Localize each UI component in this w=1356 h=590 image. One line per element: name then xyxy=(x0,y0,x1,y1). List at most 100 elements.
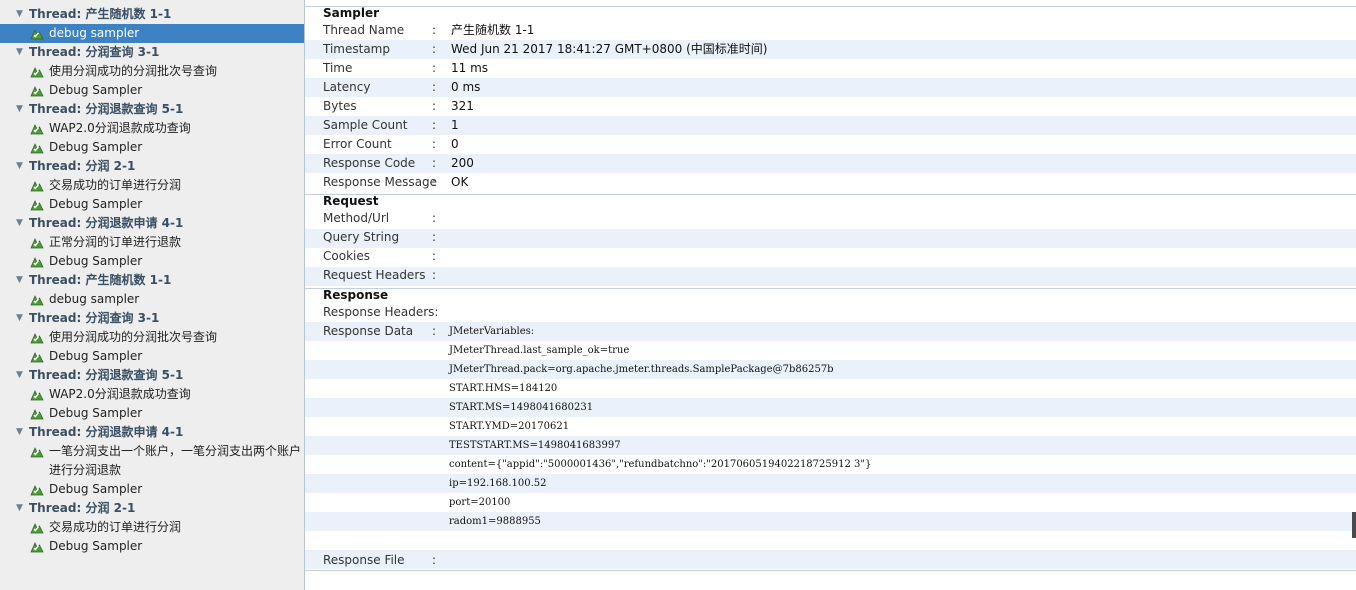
sampler-icon xyxy=(30,29,44,40)
request-row-label: Method/Url xyxy=(323,211,390,225)
sampler-row-value: 产生随机数 1-1 xyxy=(451,23,535,37)
tree-thread-label: Thread: 产生随机数 1-1 xyxy=(29,273,172,287)
response-data-line: JMeterThread.last_sample_ok=true xyxy=(449,345,630,356)
sampler-row-value: OK xyxy=(451,175,469,189)
expand-triangle-icon[interactable]: ▼ xyxy=(16,157,23,176)
sampler-row-separator: : xyxy=(432,61,437,75)
tree-sampler-label: 进行分润退款 xyxy=(49,463,122,477)
sampler-row-label: Error Count xyxy=(323,137,392,151)
expand-triangle-icon[interactable]: ▼ xyxy=(16,43,23,62)
tree-sampler-node[interactable]: 正常分润的订单进行退款 xyxy=(0,233,304,252)
tree-thread-node[interactable]: ▼ Thread: 分润退款申请 4-1 xyxy=(0,423,304,442)
tree-sampler-node[interactable]: Debug Sampler xyxy=(0,404,304,423)
sampler-row-label: Time xyxy=(323,61,353,75)
expand-triangle-icon[interactable]: ▼ xyxy=(16,5,23,24)
tree-sampler-node[interactable]: 使用分润成功的分润批次号查询 xyxy=(0,328,304,347)
expand-triangle-icon[interactable]: ▼ xyxy=(16,100,23,119)
tree-sampler-node[interactable]: 使用分润成功的分润批次号查询 xyxy=(0,62,304,81)
response-data-separator: : xyxy=(432,324,437,338)
tree-sampler-node[interactable]: WAP2.0分润退款成功查询 xyxy=(0,385,304,404)
response-data-line: radom1=9888955 xyxy=(449,516,541,527)
section-response-title: Response xyxy=(323,288,389,302)
expand-triangle-icon[interactable]: ▼ xyxy=(16,271,23,290)
sampler-icon xyxy=(30,257,44,268)
tree-sampler-node[interactable]: 交易成功的订单进行分润 xyxy=(0,518,304,537)
sampler-icon xyxy=(30,295,44,306)
tree-thread-node[interactable]: ▼ Thread: 分润 2-1 xyxy=(0,157,304,176)
tree-sampler-node[interactable]: Debug Sampler xyxy=(0,480,304,499)
tree-sampler-node[interactable]: Debug Sampler xyxy=(0,81,304,100)
sampler-icon xyxy=(30,447,44,458)
sampler-row-label: Response Code xyxy=(323,156,416,170)
tree-thread-node[interactable]: ▼ Thread: 产生随机数 1-1 xyxy=(0,271,304,290)
tree-sampler-node[interactable]: Debug Sampler xyxy=(0,195,304,214)
tree-thread-node[interactable]: ▼ Thread: 产生随机数 1-1 xyxy=(0,5,304,24)
tree-thread-node[interactable]: ▼ Thread: 分润查询 3-1 xyxy=(0,43,304,62)
sampler-row-label: Bytes xyxy=(323,99,357,113)
sampler-icon xyxy=(30,485,44,496)
sampler-icon xyxy=(30,409,44,420)
sample-details-panel: Sampler Thread Name: 产生随机数 1-1 Timestamp: W… xyxy=(305,0,1356,590)
tree-sampler-label: Debug Sampler xyxy=(49,349,143,363)
response-headers-label: Response Headers: xyxy=(323,305,439,319)
panel-bottom-divider xyxy=(305,570,1356,571)
row-stripe xyxy=(305,229,1356,248)
tree-thread-node[interactable]: ▼ Thread: 分润退款查询 5-1 xyxy=(0,366,304,385)
response-data-line: port=20100 xyxy=(449,497,511,508)
tree-thread-label: Thread: 分润查询 3-1 xyxy=(29,311,160,325)
tree-thread-node[interactable]: ▼ Thread: 分润 2-1 xyxy=(0,499,304,518)
tree-sampler-label: Debug Sampler xyxy=(49,197,143,211)
expand-triangle-icon[interactable]: ▼ xyxy=(16,499,23,518)
sampler-icon xyxy=(30,181,44,192)
tree-sampler-label: 使用分润成功的分润批次号查询 xyxy=(49,330,218,344)
tree-sampler-node[interactable]: 交易成功的订单进行分润 xyxy=(0,176,304,195)
tree-sampler-label: Debug Sampler xyxy=(49,140,143,154)
tree-sampler-label: Debug Sampler xyxy=(49,539,143,553)
sampler-icon xyxy=(30,238,44,249)
response-data-line: START.HMS=184120 xyxy=(449,383,558,394)
tree-thread-node[interactable]: ▼ Thread: 分润退款申请 4-1 xyxy=(0,214,304,233)
sampler-row-value: 321 xyxy=(451,99,474,113)
sampler-row-value: 0 ms xyxy=(451,80,481,94)
tree-sampler-node-continued[interactable]: 进行分润退款 xyxy=(0,461,304,480)
tree-sampler-label: WAP2.0分润退款成功查询 xyxy=(49,387,191,401)
tree-sampler-label: Debug Sampler xyxy=(49,83,143,97)
tree-thread-node[interactable]: ▼ Thread: 分润查询 3-1 xyxy=(0,309,304,328)
scrollbar-thumb[interactable] xyxy=(1352,512,1356,538)
tree-sampler-node[interactable]: WAP2.0分润退款成功查询 xyxy=(0,119,304,138)
expand-triangle-icon[interactable]: ▼ xyxy=(16,309,23,328)
expand-triangle-icon[interactable]: ▼ xyxy=(16,423,23,442)
sampler-row-separator: : xyxy=(432,137,437,151)
response-file-label: Response File xyxy=(323,553,405,567)
request-row-separator: : xyxy=(432,211,437,225)
sampler-row-label: Thread Name xyxy=(323,23,405,37)
tree-sampler-node[interactable]: Debug Sampler xyxy=(0,138,304,157)
tree-sampler-label: WAP2.0分润退款成功查询 xyxy=(49,121,191,135)
response-data-line: content={"appid":"5000001436","refundbat… xyxy=(449,459,872,470)
tree-sampler-node[interactable]: Debug Sampler xyxy=(0,347,304,366)
tree-sampler-node[interactable]: Debug Sampler xyxy=(0,252,304,271)
response-data-label: Response Data xyxy=(323,324,414,338)
tree-thread-label: Thread: 分润退款查询 5-1 xyxy=(29,368,184,382)
tree-sampler-node[interactable]: 一笔分润支出一个账户，一笔分润支出两个账户 xyxy=(0,442,304,461)
tree-thread-label: Thread: 分润退款申请 4-1 xyxy=(29,425,184,439)
tree-thread-node[interactable]: ▼ Thread: 分润退款查询 5-1 xyxy=(0,100,304,119)
sampler-icon xyxy=(30,86,44,97)
tree-thread-label: Thread: 分润退款申请 4-1 xyxy=(29,216,184,230)
tree-sampler-label: 交易成功的订单进行分润 xyxy=(49,178,182,192)
expand-triangle-icon[interactable]: ▼ xyxy=(16,214,23,233)
tree-sampler-node[interactable]: debug sampler xyxy=(0,290,304,309)
expand-triangle-icon[interactable]: ▼ xyxy=(16,366,23,385)
tree-sampler-label: Debug Sampler xyxy=(49,482,143,496)
request-row-label: Request Headers xyxy=(323,268,426,282)
tree-sampler-label: debug sampler xyxy=(49,292,140,306)
response-data-line: TESTSTART.MS=1498041683997 xyxy=(449,440,621,451)
response-data-line: ip=192.168.100.52 xyxy=(449,478,547,489)
tree-sampler-node[interactable]: Debug Sampler xyxy=(0,537,304,556)
tree-thread-label: Thread: 分润 2-1 xyxy=(29,501,136,515)
tree-sampler-node[interactable]: debug sampler xyxy=(0,24,304,43)
sampler-icon xyxy=(30,542,44,553)
sampler-icon xyxy=(30,523,44,534)
results-tree[interactable]: ▼ Thread: 产生随机数 1-1 debug sampler ▼ Thread: … xyxy=(0,0,305,590)
response-file-separator: : xyxy=(432,553,437,567)
